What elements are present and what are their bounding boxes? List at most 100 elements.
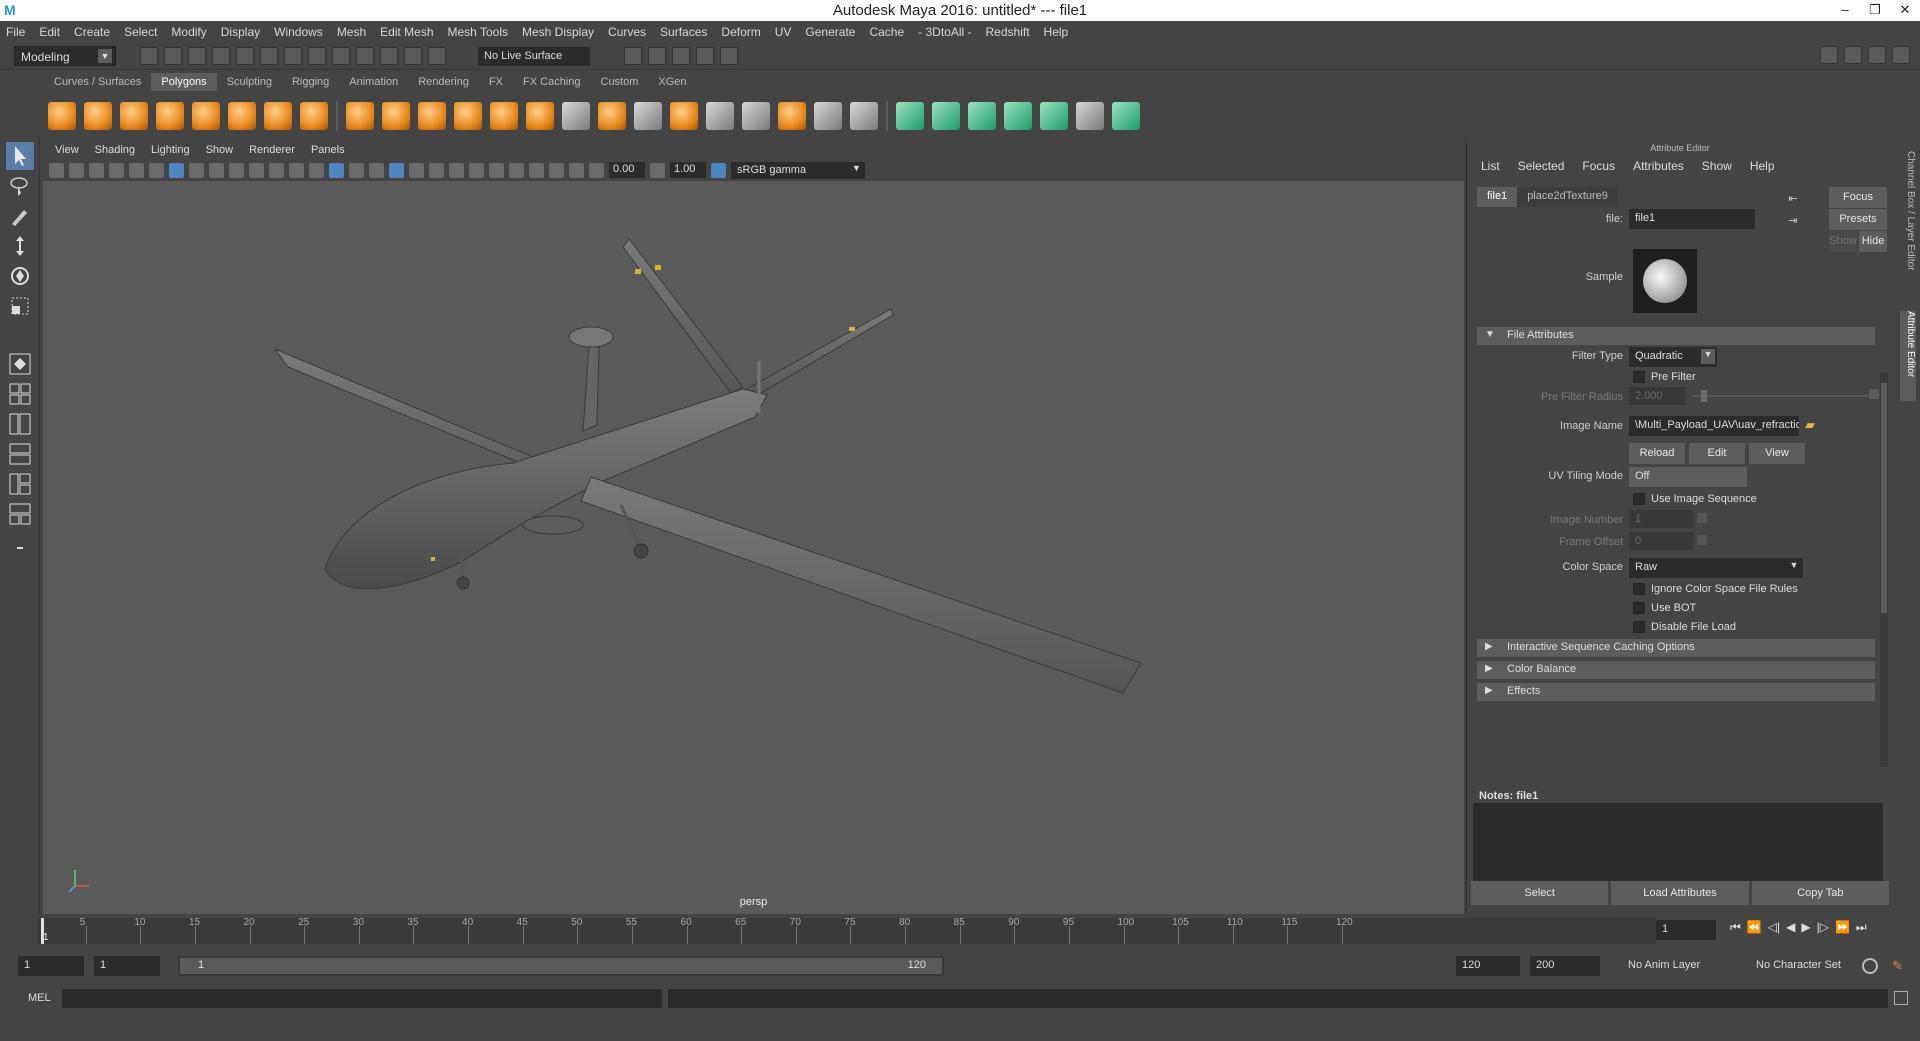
persp-graph-layout-icon[interactable] xyxy=(6,440,34,468)
start-time-field[interactable]: 1 xyxy=(18,956,84,976)
map-button-icon[interactable] xyxy=(1869,389,1879,399)
image-name-field[interactable]: \Multi_Payload_UAV\uav_refraction.png xyxy=(1629,416,1799,436)
pre-filter-radius-field[interactable]: 2.000 xyxy=(1629,387,1685,405)
ignore-color-space-checkbox[interactable] xyxy=(1633,583,1645,595)
menu-curves[interactable]: Curves xyxy=(608,25,646,39)
move-tool-icon[interactable] xyxy=(6,232,34,260)
xray-active-icon[interactable] xyxy=(569,162,584,178)
modeling-toolkit-icon[interactable] xyxy=(1820,46,1838,64)
frame-offset-map-icon[interactable] xyxy=(1697,535,1707,545)
image-number-field[interactable]: 1 xyxy=(1629,510,1693,528)
viewport-menu-panels[interactable]: Panels xyxy=(311,144,345,156)
attribute-editor-scrollbar[interactable] xyxy=(1880,373,1888,767)
textured-icon[interactable] xyxy=(389,162,404,178)
wireframe-icon[interactable] xyxy=(309,162,324,178)
color-management-icon[interactable] xyxy=(711,162,726,178)
end-time-field[interactable]: 200 xyxy=(1530,956,1600,976)
shelf-tab-rigging[interactable]: Rigging xyxy=(282,73,339,91)
shelf-tab-rendering[interactable]: Rendering xyxy=(408,73,479,91)
shelf-tab-fx[interactable]: FX xyxy=(479,73,513,91)
shadows-icon[interactable] xyxy=(429,162,444,178)
frame-offset-field[interactable]: 0 xyxy=(1629,532,1693,550)
side-tab-channel-box[interactable]: Channel Box / Layer Editor xyxy=(1900,151,1916,301)
bridge-icon[interactable] xyxy=(634,102,662,130)
rotate-tool-icon[interactable] xyxy=(6,262,34,290)
magnet-icon[interactable] xyxy=(428,47,446,65)
range-slider[interactable]: 1 120 xyxy=(178,956,944,976)
command-language-label[interactable]: MEL xyxy=(28,992,51,1004)
menu-windows[interactable]: Windows xyxy=(274,25,323,39)
hypershade-layout-icon[interactable] xyxy=(6,470,34,498)
ae-menu-show[interactable]: Show xyxy=(1702,159,1732,173)
pre-filter-radius-slider[interactable] xyxy=(1693,395,1869,397)
isolate-select-icon[interactable] xyxy=(529,162,544,178)
script-editor-icon[interactable] xyxy=(1894,991,1908,1005)
spherical-mapping-icon[interactable] xyxy=(968,102,996,130)
combine-icon[interactable] xyxy=(346,102,374,130)
viewport-menu-lighting[interactable]: Lighting xyxy=(151,144,190,156)
undo-icon[interactable] xyxy=(212,47,230,65)
gate-mask-icon[interactable] xyxy=(229,162,244,178)
pan-zoom-icon[interactable] xyxy=(129,162,144,178)
poly-plane-icon[interactable] xyxy=(192,102,220,130)
show-button[interactable]: Show xyxy=(1829,231,1857,252)
uv-unfold-icon[interactable] xyxy=(1112,102,1140,130)
menu-redshift[interactable]: Redshift xyxy=(986,25,1030,39)
menu-surfaces[interactable]: Surfaces xyxy=(660,25,707,39)
separate-icon[interactable] xyxy=(382,102,410,130)
smooth-icon[interactable] xyxy=(454,102,482,130)
paint-select-tool-icon[interactable] xyxy=(6,202,34,230)
menu-file[interactable]: File xyxy=(6,25,25,39)
offset-edge-loop-icon[interactable] xyxy=(742,102,770,130)
section-interactive-caching[interactable]: ▶ Interactive Sequence Caching Options xyxy=(1477,639,1875,657)
view-transform-dropdown[interactable]: sRGB gamma ▼ xyxy=(731,161,865,179)
bookmark-icon[interactable] xyxy=(89,162,104,178)
bevel-icon[interactable] xyxy=(670,102,698,130)
menu-display[interactable]: Display xyxy=(221,25,260,39)
wireframe-on-shaded-icon[interactable] xyxy=(349,162,364,178)
image-number-map-icon[interactable] xyxy=(1697,513,1707,523)
tab-place2dtexture9[interactable]: place2dTexture9 xyxy=(1517,187,1618,207)
image-plane-icon[interactable] xyxy=(109,162,124,178)
poly-cylinder-icon[interactable] xyxy=(120,102,148,130)
anti-aliasing-icon[interactable] xyxy=(489,162,504,178)
menu-generate[interactable]: Generate xyxy=(805,25,855,39)
select-object-icon[interactable] xyxy=(284,47,302,65)
grease-pencil-icon[interactable] xyxy=(149,162,164,178)
target-weld-icon[interactable] xyxy=(850,102,878,130)
more-layouts-icon[interactable] xyxy=(6,534,34,562)
lasso-tool-icon[interactable] xyxy=(6,172,34,200)
poly-pyramid-icon[interactable] xyxy=(264,102,292,130)
safe-title-icon[interactable] xyxy=(289,162,304,178)
open-scene-icon[interactable] xyxy=(164,47,182,65)
xray-joints-icon[interactable] xyxy=(549,162,564,178)
close-icon[interactable]: ✕ xyxy=(1890,0,1920,21)
automatic-mapping-icon[interactable] xyxy=(1004,102,1032,130)
new-scene-icon[interactable] xyxy=(140,47,158,65)
uv-editor-icon[interactable] xyxy=(1040,102,1068,130)
use-all-lights-icon[interactable] xyxy=(409,162,424,178)
play-forwards-icon[interactable]: ▶ xyxy=(1801,920,1810,935)
field-chart-icon[interactable] xyxy=(249,162,264,178)
save-scene-icon[interactable] xyxy=(188,47,206,65)
viewport-canvas[interactable]: persp xyxy=(43,181,1464,914)
side-tab-attribute-editor[interactable]: Attribute Editor xyxy=(1900,311,1916,401)
go-to-end-icon[interactable]: ⏭ xyxy=(1856,920,1867,935)
menu-deform[interactable]: Deform xyxy=(721,25,760,39)
extrude-icon[interactable] xyxy=(598,102,626,130)
append-polygon-icon[interactable] xyxy=(778,102,806,130)
multi-cut-icon[interactable] xyxy=(562,102,590,130)
cylindrical-mapping-icon[interactable] xyxy=(932,102,960,130)
snap-surface-icon[interactable] xyxy=(404,47,422,65)
command-input[interactable] xyxy=(62,989,662,1008)
menu-mesh[interactable]: Mesh xyxy=(337,25,366,39)
tool-settings-icon[interactable] xyxy=(1868,46,1886,64)
fill-hole-icon[interactable] xyxy=(814,102,842,130)
planar-mapping-icon[interactable] xyxy=(896,102,924,130)
menu-modify[interactable]: Modify xyxy=(171,25,206,39)
go-to-start-icon[interactable]: ⏮ xyxy=(1730,920,1741,935)
section-file-attributes[interactable]: ▼ File Attributes xyxy=(1477,327,1875,345)
playback-end-field[interactable]: 120 xyxy=(1456,956,1520,976)
ae-menu-list[interactable]: List xyxy=(1481,159,1500,173)
snap-curve-icon[interactable] xyxy=(356,47,374,65)
